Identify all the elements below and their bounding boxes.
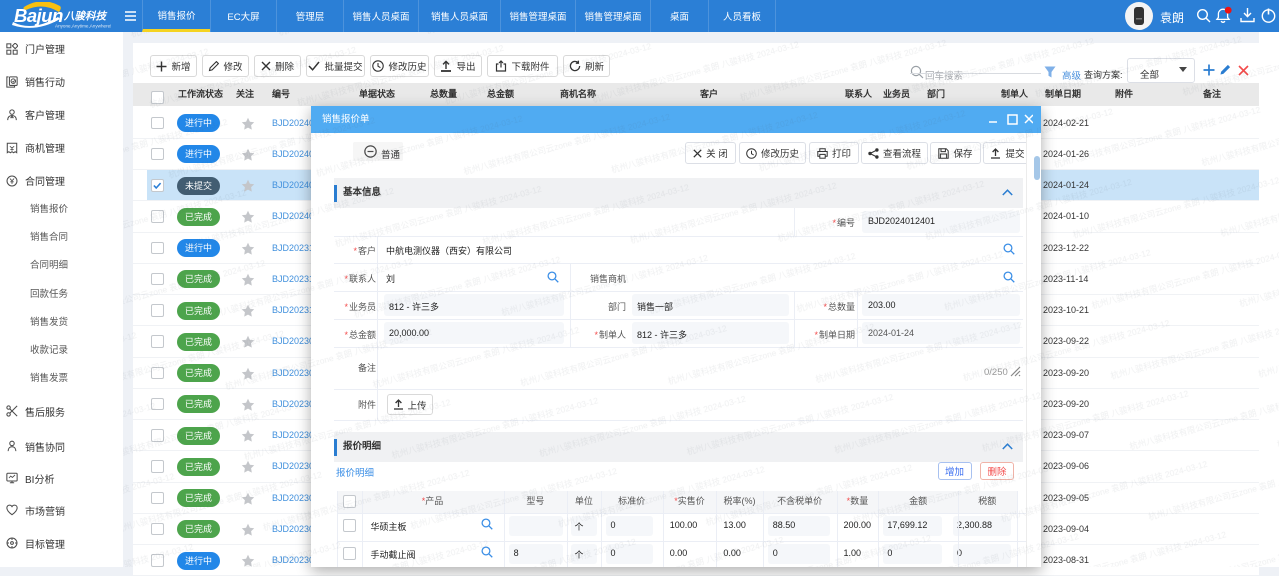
svg-text:八骏科技: 八骏科技 — [63, 10, 107, 23]
svg-text:Anyone,Anytime,Anywhere!: Anyone,Anytime,Anywhere! — [55, 24, 111, 29]
